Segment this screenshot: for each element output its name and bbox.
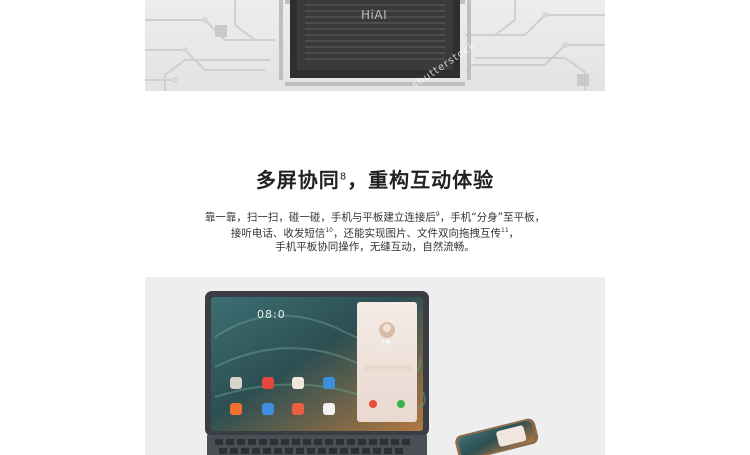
headline-text-after: ，重构互动体验 — [347, 168, 495, 192]
headline-text-before: 多屏协同 — [255, 168, 340, 192]
caller-name: 小美 — [381, 340, 392, 346]
description-line-2-text: 接听电话、收发短信 — [230, 227, 326, 240]
description-line-2-after: ， — [508, 227, 520, 240]
section-headline: 多屏协同8，重构互动体验 — [0, 164, 750, 193]
description-footnote-10: 10 — [325, 227, 333, 234]
product-image-tablet-phone: 08:0 小美 — [145, 277, 605, 455]
chip-banner-image: HiAI shutterstock — [145, 0, 605, 91]
tablet-clock: 08:0 — [257, 308, 286, 321]
description-line-1-after: ，手机“分身”至平板， — [439, 211, 546, 224]
description-line-3: 手机平板协同操作，无缝互动，自然流畅。 — [0, 239, 750, 255]
description-line-2-mid: ，还能实现图片、文件双向拖拽互传 — [333, 227, 501, 240]
description-footnote-11: 11 — [501, 227, 509, 234]
description-line-1-text: 靠一靠，扫一扫，碰一碰，手机与平板建立连接后 — [204, 211, 436, 224]
chip-label: HiAI — [361, 8, 388, 22]
description-line-3-text: 手机平板协同操作，无缝互动，自然流畅。 — [275, 241, 475, 253]
